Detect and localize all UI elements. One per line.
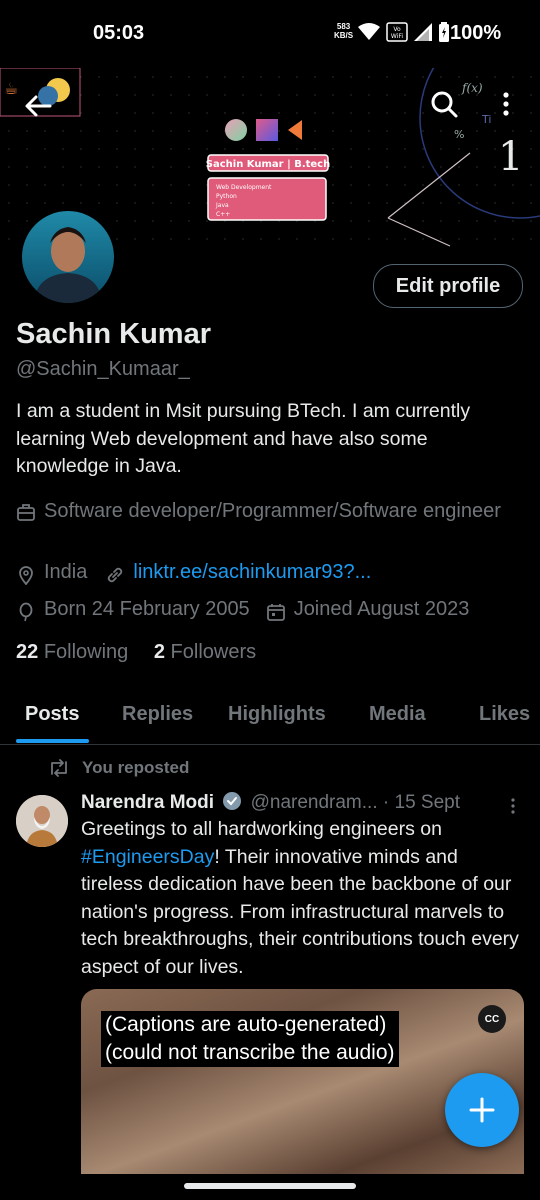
followers-count: 2 — [153, 641, 165, 663]
search-icon — [431, 91, 458, 118]
more-vertical-icon — [503, 92, 509, 116]
tab-likes[interactable]: Likes — [479, 703, 530, 726]
back-arrow-icon — [25, 95, 52, 117]
profession-row: Software developer/Programmer/Software e… — [16, 498, 516, 525]
back-button[interactable] — [20, 88, 56, 124]
post-author-handle[interactable]: @narendram... — [251, 792, 378, 813]
repost-label: You reposted — [82, 758, 190, 777]
post-author-name[interactable]: Narendra Modi — [81, 792, 214, 813]
banner-math-label: % — [454, 128, 464, 141]
post-more-button[interactable] — [508, 796, 518, 816]
profession-text: Software developer/Programmer/Software e… — [44, 500, 501, 522]
caption-line: (Captions are auto-generated) — [105, 1013, 387, 1036]
location-text: India — [44, 561, 88, 583]
net-speed-value: 583 — [336, 22, 351, 31]
battery-icon — [439, 22, 449, 42]
calendar-icon — [266, 604, 285, 621]
net-speed-unit: KB/S — [334, 31, 354, 40]
tab-media[interactable]: Media — [369, 703, 426, 726]
post-text-start: Greetings to all hardworking engineers o… — [81, 818, 442, 840]
banner-skill: Web Development — [216, 184, 272, 191]
net-speed: 583 KB/S — [334, 22, 353, 40]
edit-profile-button[interactable]: Edit profile — [373, 264, 523, 308]
profile-link[interactable]: linktr.ee/sachinkumar93?... — [133, 561, 371, 584]
banner-card-title: Sachin Kumar | B.tech — [206, 159, 330, 170]
svg-text:☕: ☕ — [4, 79, 18, 98]
location-pin-icon — [19, 566, 33, 585]
tab-highlights[interactable]: Highlights — [228, 703, 326, 726]
vowifi-icon: VoWiFi — [386, 22, 408, 42]
banner-skill: Java — [215, 202, 229, 209]
profile-avatar[interactable] — [18, 207, 118, 307]
dates-row: Born 24 February 2005 Joined August 2023 — [16, 598, 469, 622]
cc-button[interactable]: CC — [478, 1005, 506, 1033]
location-link-row: India linktr.ee/sachinkumar93?... — [16, 561, 371, 585]
wifi-icon — [358, 23, 380, 40]
avatar-photo — [34, 227, 102, 303]
author-photo — [16, 795, 68, 847]
verified-badge-icon — [223, 792, 242, 810]
post-author-avatar[interactable] — [16, 795, 68, 847]
post-text: Greetings to all hardworking engineers o… — [81, 816, 521, 981]
tab-replies[interactable]: Replies — [122, 703, 193, 726]
banner-skill: C++ — [216, 211, 230, 218]
banner-skill: Python — [216, 193, 237, 200]
status-bar: 05:03 583 KB/S Vo WiFi 100% — [0, 0, 540, 68]
born-text: Born 24 February 2005 — [44, 598, 250, 620]
post-header: Narendra Modi @narendram... · 15 Sept — [81, 791, 460, 814]
compose-plus-icon — [469, 1097, 495, 1123]
joined-text: Joined August 2023 — [293, 598, 470, 620]
briefcase-icon — [17, 504, 35, 521]
followers-label: Followers — [170, 641, 257, 663]
link-icon — [108, 567, 123, 583]
banner-math-label: 1 — [498, 134, 523, 180]
active-tab-indicator — [16, 739, 89, 743]
repost-icon — [51, 759, 67, 777]
banner-math-label: Ti — [481, 113, 491, 126]
more-vertical-icon — [511, 798, 515, 814]
balloon-icon — [19, 602, 33, 622]
repost-indicator: You reposted — [48, 758, 189, 778]
profile-handle: @Sachin_Kumaar_ — [16, 358, 190, 380]
profile-bio: I am a student in Msit pursuing BTech. I… — [16, 400, 471, 477]
svg-text:Vo: Vo — [393, 26, 401, 33]
post-time: · 15 Sept — [382, 792, 460, 813]
video-caption: (Captions are auto-generated) (could not… — [101, 1011, 399, 1067]
more-options-button[interactable] — [496, 86, 516, 122]
status-time: 05:03 — [93, 22, 145, 44]
banner-math-label: f(x) — [461, 81, 483, 95]
following-label: Following — [43, 641, 129, 663]
status-icons: Vo WiFi — [358, 22, 450, 42]
following-link[interactable]: 22 Following — [16, 641, 128, 663]
profile-name: Sachin Kumar — [16, 318, 211, 350]
following-count: 22 — [16, 641, 39, 663]
post-hashtag[interactable]: #EngineersDay — [81, 846, 214, 868]
battery-percent: 100% — [450, 22, 502, 44]
tab-posts[interactable]: Posts — [25, 703, 79, 726]
followers-link[interactable]: 2 Followers — [154, 641, 256, 663]
search-button[interactable] — [426, 86, 462, 122]
follow-stats: 22 Following 2 Followers — [16, 641, 256, 664]
signal-icon — [414, 23, 432, 41]
svg-text:WiFi: WiFi — [391, 33, 403, 40]
caption-line: (could not transcribe the audio) — [105, 1041, 395, 1064]
compose-button[interactable] — [445, 1073, 519, 1147]
home-indicator[interactable] — [184, 1183, 356, 1189]
